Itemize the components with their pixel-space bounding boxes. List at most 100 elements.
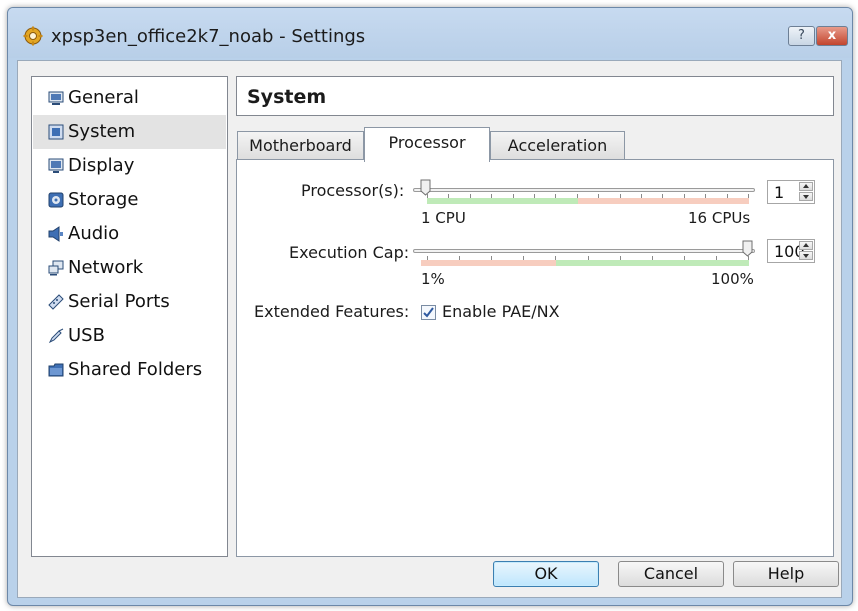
title-help-button[interactable]: ? xyxy=(788,26,815,46)
processors-slider-track[interactable] xyxy=(413,188,755,192)
speaker-icon xyxy=(48,226,63,242)
execution-cap-label: Execution Cap: xyxy=(289,243,410,262)
slider-tick xyxy=(705,194,707,198)
sidebar-item-usb[interactable]: USB xyxy=(33,319,226,353)
processors-decrement-button[interactable] xyxy=(799,192,813,201)
slider-tick xyxy=(555,194,557,198)
slider-tick xyxy=(491,194,493,198)
sidebar-item-serial-ports[interactable]: Serial Ports xyxy=(33,285,226,319)
slider-tick xyxy=(459,256,461,260)
tab-acceleration[interactable]: Acceleration xyxy=(490,131,625,161)
display-icon xyxy=(48,158,64,173)
sidebar-item-label: Display xyxy=(68,155,135,176)
slider-tick xyxy=(651,256,653,260)
settings-sidebar: General System Display Storage Audio Net… xyxy=(31,76,228,557)
chip-icon xyxy=(48,124,64,140)
processors-unsafe-range xyxy=(578,198,749,204)
sidebar-item-label: General xyxy=(68,87,139,108)
slider-tick xyxy=(683,256,685,260)
processors-slider-thumb[interactable] xyxy=(420,179,431,196)
slider-tick xyxy=(555,256,557,260)
execution-cap-low-range xyxy=(421,260,556,266)
help-button[interactable]: Help xyxy=(733,561,839,587)
execution-cap-stepper xyxy=(799,241,813,261)
slider-tick xyxy=(748,194,749,198)
network-icon xyxy=(48,260,64,276)
execution-cap-slider-thumb[interactable] xyxy=(742,240,753,257)
sidebar-item-label: System xyxy=(68,121,136,142)
execution-cap-decrement-button[interactable] xyxy=(799,251,813,260)
slider-tick xyxy=(598,194,600,198)
processors-spinbox[interactable]: 1 xyxy=(767,180,815,204)
sidebar-item-storage[interactable]: Storage xyxy=(33,183,226,217)
sidebar-item-label: Network xyxy=(68,257,144,278)
slider-tick xyxy=(683,194,685,198)
page-title: System xyxy=(247,86,327,108)
page-header: System xyxy=(236,76,834,116)
slider-tick xyxy=(662,194,664,198)
tab-motherboard[interactable]: Motherboard xyxy=(237,131,364,161)
slider-tick xyxy=(427,256,428,260)
sidebar-item-label: USB xyxy=(68,325,105,346)
processors-max-label: 16 CPUs xyxy=(688,209,751,227)
slider-tick xyxy=(427,194,428,198)
arrow-down-icon xyxy=(803,195,809,199)
storage-icon xyxy=(48,192,64,208)
extended-features-label: Extended Features: xyxy=(254,302,410,321)
slider-tick xyxy=(448,194,450,198)
processors-label: Processor(s): xyxy=(301,181,405,200)
slider-tick xyxy=(523,256,525,260)
dialog-body: General System Display Storage Audio Net… xyxy=(17,60,842,598)
virtualbox-gear-icon xyxy=(23,26,43,46)
execution-cap-high-range xyxy=(556,260,749,266)
window-title: xpsp3en_office2k7_noab - Settings xyxy=(51,26,366,47)
enable-pae-nx-label[interactable]: Enable PAE/NX xyxy=(442,302,560,321)
sidebar-item-display[interactable]: Display xyxy=(33,149,226,183)
execution-cap-increment-button[interactable] xyxy=(799,241,813,250)
enable-pae-nx-checkbox[interactable] xyxy=(421,305,436,320)
title-bar[interactable]: xpsp3en_office2k7_noab - Settings ? x xyxy=(8,8,852,58)
execution-cap-min-label: 1% xyxy=(421,270,445,288)
arrow-down-icon xyxy=(803,254,809,258)
slider-tick xyxy=(469,194,471,198)
usb-icon xyxy=(48,328,64,344)
processors-stepper xyxy=(799,182,813,202)
ok-button[interactable]: OK xyxy=(493,561,599,587)
sidebar-item-general[interactable]: General xyxy=(33,81,226,115)
slider-tick xyxy=(619,256,621,260)
processors-min-label: 1 CPU xyxy=(421,209,466,227)
execution-cap-slider-track[interactable] xyxy=(413,249,755,253)
processors-safe-range xyxy=(427,198,578,204)
checkmark-icon xyxy=(423,307,434,318)
execution-cap-max-label: 100% xyxy=(711,270,754,288)
sidebar-item-system[interactable]: System xyxy=(33,115,226,149)
execution-cap-spinbox[interactable]: 100 xyxy=(767,239,815,263)
processors-value: 1 xyxy=(774,183,785,202)
slider-tick xyxy=(576,194,578,198)
monitor-icon xyxy=(48,91,64,105)
sidebar-item-label: Serial Ports xyxy=(68,291,170,312)
arrow-up-icon xyxy=(803,243,809,247)
processors-increment-button[interactable] xyxy=(799,182,813,191)
slider-tick xyxy=(715,256,717,260)
arrow-up-icon xyxy=(803,184,809,188)
sidebar-item-label: Shared Folders xyxy=(68,359,203,380)
sidebar-item-label: Storage xyxy=(68,189,139,210)
tab-processor[interactable]: Processor xyxy=(364,127,490,162)
slider-tick xyxy=(641,194,642,198)
sidebar-item-label: Audio xyxy=(68,223,120,244)
slider-tick xyxy=(748,256,749,260)
sidebar-item-network[interactable]: Network xyxy=(33,251,226,285)
slider-tick xyxy=(491,256,493,260)
close-button[interactable]: x xyxy=(816,26,848,46)
cancel-button[interactable]: Cancel xyxy=(618,561,724,587)
settings-window: xpsp3en_office2k7_noab - Settings ? x Ge… xyxy=(7,7,853,606)
sidebar-item-audio[interactable]: Audio xyxy=(33,217,226,251)
slider-tick xyxy=(512,194,514,198)
serial-port-icon xyxy=(48,294,64,310)
folder-icon xyxy=(48,363,64,377)
slider-tick xyxy=(587,256,589,260)
slider-tick xyxy=(619,194,621,198)
sidebar-item-shared-folders[interactable]: Shared Folders xyxy=(33,353,226,387)
slider-tick xyxy=(534,194,535,198)
